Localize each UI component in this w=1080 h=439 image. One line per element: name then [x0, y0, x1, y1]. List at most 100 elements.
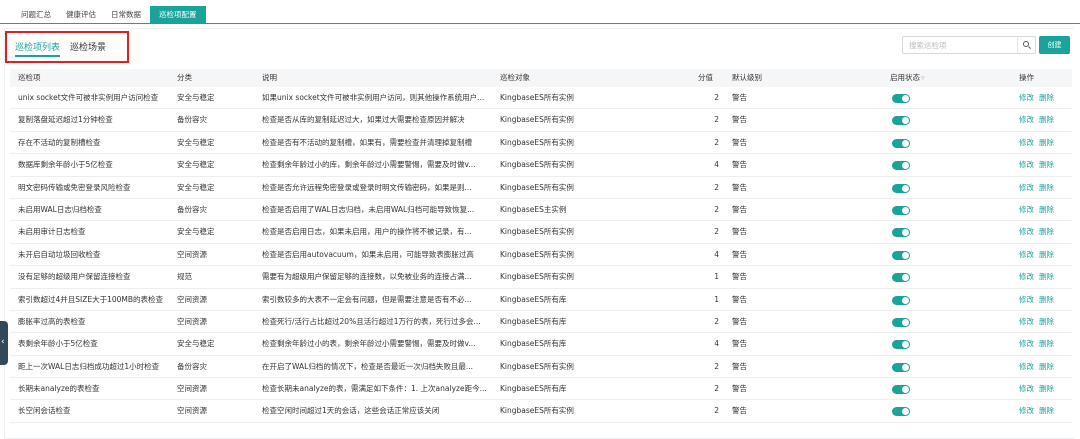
cell-score: 4	[714, 249, 719, 259]
tab-daily-data[interactable]: 日常数据	[102, 6, 150, 24]
edit-link[interactable]: 修改	[1019, 154, 1034, 176]
toggle-knob	[902, 95, 909, 102]
table-header: 巡检项 分类 说明 巡检对象 分值 默认级别 启用状态▿ 操作	[10, 69, 1072, 87]
delete-link[interactable]: 删除	[1039, 400, 1054, 422]
status-toggle[interactable]	[892, 385, 910, 395]
subtab-inspection-scenario[interactable]: 巡检场景	[70, 38, 106, 56]
edit-link[interactable]: 修改	[1019, 311, 1034, 333]
edit-link[interactable]: 修改	[1019, 177, 1034, 199]
cell-score: 2	[714, 316, 719, 326]
status-toggle[interactable]	[892, 250, 910, 260]
status-toggle[interactable]	[892, 161, 910, 171]
delete-link[interactable]: 删除	[1039, 311, 1054, 333]
status-toggle[interactable]	[892, 407, 910, 417]
cell-level: 警告	[732, 339, 747, 349]
delete-link[interactable]: 删除	[1039, 221, 1054, 243]
edit-link[interactable]: 修改	[1019, 87, 1034, 109]
cell-category: 空间资源	[177, 384, 207, 394]
edit-link[interactable]: 修改	[1019, 244, 1034, 266]
cell-category: 规范	[177, 272, 192, 282]
delete-link[interactable]: 删除	[1039, 132, 1054, 154]
tab-problem-summary[interactable]: 问题汇总	[12, 6, 60, 24]
edit-link[interactable]: 修改	[1019, 333, 1034, 355]
cell-level: 警告	[732, 160, 747, 170]
cell-score: 2	[714, 182, 719, 192]
delete-link[interactable]: 删除	[1039, 244, 1054, 266]
status-toggle[interactable]	[892, 228, 910, 238]
delete-link[interactable]: 删除	[1039, 177, 1054, 199]
delete-link[interactable]: 删除	[1039, 266, 1054, 288]
cell-score: 2	[714, 204, 719, 214]
cell-score: 2	[714, 115, 719, 125]
cell-target: KingbaseES所有实例	[500, 115, 574, 125]
edit-link[interactable]: 修改	[1019, 132, 1034, 154]
delete-link[interactable]: 删除	[1039, 378, 1054, 400]
search-icon[interactable]	[1017, 37, 1035, 53]
cell-level: 警告	[732, 204, 747, 214]
cell-level: 警告	[732, 137, 747, 147]
cell-item: 表剩余年龄小于5亿检查	[18, 339, 98, 349]
table-body: unix socket文件可被非实例用户访问检查 安全与稳定 如果unix sock…	[10, 87, 1072, 423]
collapse-handle[interactable]: ‹	[0, 321, 8, 365]
delete-link[interactable]: 删除	[1039, 87, 1054, 109]
edit-link[interactable]: 修改	[1019, 109, 1034, 131]
status-toggle[interactable]	[892, 94, 910, 103]
cell-target: KingbaseES所有实例	[500, 249, 574, 259]
edit-link[interactable]: 修改	[1019, 400, 1034, 422]
col-category: 分类	[177, 73, 192, 82]
col-status[interactable]: 启用状态▿	[890, 69, 925, 87]
status-toggle[interactable]	[892, 116, 910, 126]
cell-category: 空间资源	[177, 294, 207, 304]
delete-link[interactable]: 删除	[1039, 154, 1054, 176]
status-toggle[interactable]	[892, 205, 910, 215]
cell-description: 检查是否允许远程免密登录或登录时明文传输密码，如果是则...	[262, 182, 472, 192]
status-toggle[interactable]	[892, 340, 910, 350]
toggle-knob	[902, 274, 909, 282]
status-toggle[interactable]	[892, 183, 910, 193]
toggle-knob	[902, 162, 909, 170]
subtab-inspection-list[interactable]: 巡检项列表	[15, 38, 61, 57]
filter-icon[interactable]: ▿	[921, 69, 925, 87]
scrollbar[interactable]	[1074, 28, 1080, 439]
tab-inspection-config[interactable]: 巡检项配置	[150, 6, 206, 24]
create-button[interactable]: 创建	[1039, 36, 1070, 54]
col-item: 巡检项	[18, 73, 41, 82]
edit-link[interactable]: 修改	[1019, 266, 1034, 288]
delete-link[interactable]: 删除	[1039, 356, 1054, 378]
cell-target: KingbaseES所有实例	[500, 182, 574, 192]
cell-target: KingbaseES所有实例	[500, 272, 574, 282]
top-tab-bar: 问题汇总 健康评估 日常数据 巡检项配置	[0, 0, 1080, 24]
search-input[interactable]	[903, 37, 1017, 53]
edit-link[interactable]: 修改	[1019, 199, 1034, 221]
table-row: 未开启自动垃圾回收检查 空间资源 检查是否启用autovacuum，如果未启用，可能…	[10, 244, 1072, 267]
delete-link[interactable]: 删除	[1039, 289, 1054, 311]
delete-link[interactable]: 删除	[1039, 199, 1054, 221]
cell-item: unix socket文件可被非实例用户访问检查	[18, 93, 159, 102]
edit-link[interactable]: 修改	[1019, 378, 1034, 400]
cell-target: KingbaseES所有库	[500, 384, 567, 394]
delete-link[interactable]: 删除	[1039, 333, 1054, 355]
status-toggle[interactable]	[892, 273, 910, 283]
cell-description: 检查长期未analyze的表，需满足如下条件：1. 上次analyze距今...	[262, 384, 487, 394]
edit-link[interactable]: 修改	[1019, 221, 1034, 243]
cell-score: 2	[714, 137, 719, 147]
status-toggle[interactable]	[892, 138, 910, 148]
edit-link[interactable]: 修改	[1019, 289, 1034, 311]
cell-level: 警告	[732, 384, 747, 394]
status-toggle[interactable]	[892, 317, 910, 327]
toggle-knob	[902, 206, 909, 214]
cell-level: 警告	[732, 361, 747, 371]
status-toggle[interactable]	[892, 362, 910, 372]
cell-category: 安全与稳定	[177, 160, 215, 170]
status-toggle[interactable]	[892, 295, 910, 305]
edit-link[interactable]: 修改	[1019, 356, 1034, 378]
toggle-knob	[902, 184, 909, 192]
cell-category: 安全与稳定	[177, 339, 215, 349]
cell-level: 警告	[732, 294, 747, 304]
tab-health-assessment[interactable]: 健康评估	[57, 6, 105, 24]
delete-link[interactable]: 删除	[1039, 109, 1054, 131]
cell-level: 警告	[732, 227, 747, 237]
chevron-left-icon: ‹	[1, 337, 5, 347]
content-panel: 巡检项列表 巡检场景 创建 巡检项 分类 说明 巡检对象 分值 默认级别 启用状…	[4, 28, 1076, 439]
cell-category: 安全与稳定	[177, 137, 215, 147]
